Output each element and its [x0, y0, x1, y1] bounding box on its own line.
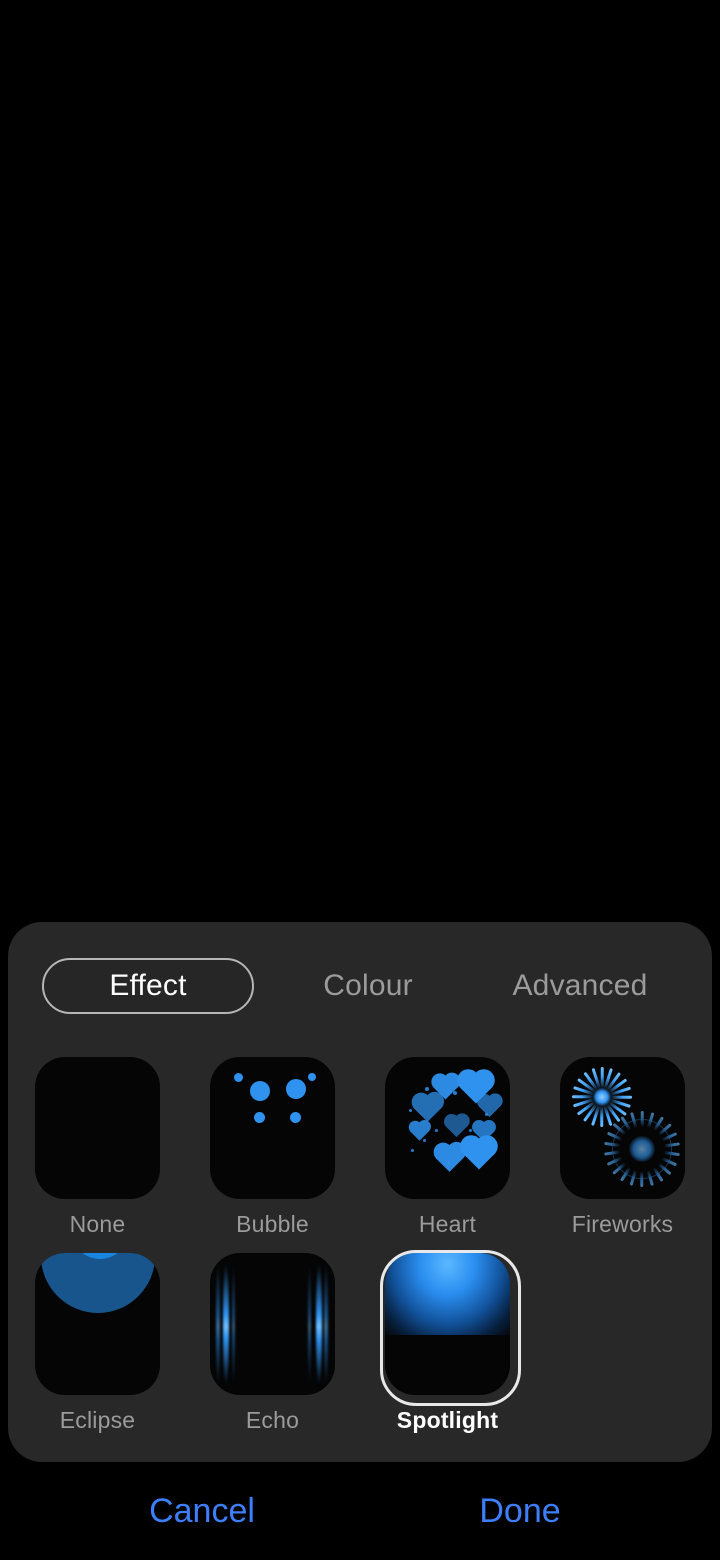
firework-ray-icon [610, 1095, 632, 1098]
echo-light-bar-icon [316, 1262, 322, 1385]
echo-light-bar-icon [232, 1262, 235, 1385]
heart-icon [478, 1095, 501, 1117]
echo-light-bar-icon [216, 1262, 220, 1385]
done-button[interactable]: Done [400, 1462, 640, 1560]
effect-option-eclipse[interactable]: Eclipse [10, 1246, 185, 1432]
effect-thumb-wrap-none [30, 1050, 165, 1205]
heart-icon [445, 1115, 468, 1137]
tab-advanced-label: Advanced [512, 969, 648, 1002]
done-button-label: Done [479, 1491, 561, 1530]
effect-thumbnail-fireworks [560, 1056, 685, 1199]
effect-thumb-wrap-echo [205, 1246, 340, 1401]
bubble-dot-icon [286, 1078, 306, 1099]
effect-option-spotlight[interactable]: Spotlight [360, 1246, 535, 1432]
effect-thumb-wrap-heart [380, 1050, 515, 1205]
heart-sparkle-icon [489, 1140, 492, 1144]
tab-bar: Effect Colour Advanced [8, 958, 712, 1014]
effect-thumbnail-spotlight [385, 1252, 510, 1395]
effect-label-fireworks: Fireworks [571, 1211, 674, 1237]
wallpaper-preview-area[interactable] [0, 0, 720, 922]
effect-label-echo: Echo [245, 1407, 300, 1433]
effect-label-bubble: Bubble [236, 1211, 309, 1237]
tab-effect[interactable]: Effect [42, 958, 254, 1014]
heart-sparkle-icon [447, 1160, 450, 1164]
effect-grid: None Bubble Heart Fireworks Eclipse Echo… [10, 1050, 710, 1442]
cancel-button[interactable]: Cancel [80, 1462, 324, 1560]
echo-light-bar-icon [223, 1262, 229, 1385]
eclipse-outer-circle-icon [41, 1252, 155, 1313]
heart-icon [410, 1121, 429, 1141]
cancel-button-label: Cancel [149, 1491, 255, 1530]
bubble-dot-icon [254, 1111, 265, 1123]
echo-light-bar-icon [308, 1262, 311, 1385]
effect-option-fireworks[interactable]: Fireworks [535, 1050, 710, 1236]
tab-colour-label: Colour [323, 969, 413, 1002]
heart-sparkle-icon [423, 1138, 426, 1142]
heart-sparkle-icon [411, 1148, 414, 1152]
firework-ray-icon [572, 1095, 594, 1098]
effect-label-heart: Heart [418, 1211, 477, 1237]
effect-thumbnail-heart [385, 1056, 510, 1199]
firework-ray-icon [600, 1066, 604, 1089]
effect-option-none[interactable]: None [10, 1050, 185, 1236]
spotlight-glow-icon [385, 1252, 510, 1335]
heart-sparkle-icon [485, 1112, 488, 1116]
effect-picker-sheet: Effect Colour Advanced None Bubble Heart… [8, 922, 712, 1462]
heart-sparkle-icon [409, 1108, 412, 1112]
heart-sparkle-icon [453, 1090, 457, 1095]
effect-option-heart[interactable]: Heart [360, 1050, 535, 1236]
footer-bar: Cancel Done [0, 1462, 720, 1560]
firework-ray-icon [600, 1104, 604, 1127]
effect-label-spotlight: Spotlight [396, 1407, 499, 1433]
effect-option-echo[interactable]: Echo [185, 1246, 360, 1432]
echo-light-bar-icon [324, 1262, 328, 1385]
effect-label-none: None [69, 1211, 126, 1237]
phone-screen: Effect Colour Advanced None Bubble Heart… [0, 0, 720, 1560]
heart-sparkle-icon [435, 1128, 438, 1132]
heart-sparkle-icon [425, 1086, 429, 1091]
tab-effect-label: Effect [109, 969, 187, 1002]
effect-thumb-wrap-bubble [205, 1050, 340, 1205]
tab-advanced[interactable]: Advanced [480, 958, 680, 1014]
firework-core-icon [629, 1135, 655, 1162]
heart-sparkle-icon [469, 1128, 472, 1132]
effect-thumb-wrap-eclipse [30, 1246, 165, 1401]
bubble-dot-icon [234, 1072, 243, 1082]
effect-label-eclipse: Eclipse [59, 1407, 136, 1433]
effect-thumbnail-none [35, 1056, 160, 1199]
heart-icon [414, 1094, 441, 1122]
effect-thumbnail-eclipse [35, 1252, 160, 1395]
bubble-dot-icon [250, 1080, 270, 1101]
effect-thumb-wrap-fireworks [555, 1050, 690, 1205]
effect-option-bubble[interactable]: Bubble [185, 1050, 360, 1236]
firework-core-icon [593, 1087, 611, 1106]
effect-thumbnail-bubble [210, 1056, 335, 1199]
heart-icon [436, 1144, 463, 1172]
tab-colour[interactable]: Colour [278, 958, 458, 1014]
effect-thumbnail-echo [210, 1252, 335, 1395]
bubble-dot-icon [308, 1072, 316, 1081]
bubble-dot-icon [290, 1111, 301, 1123]
effect-thumb-wrap-spotlight [380, 1246, 521, 1406]
